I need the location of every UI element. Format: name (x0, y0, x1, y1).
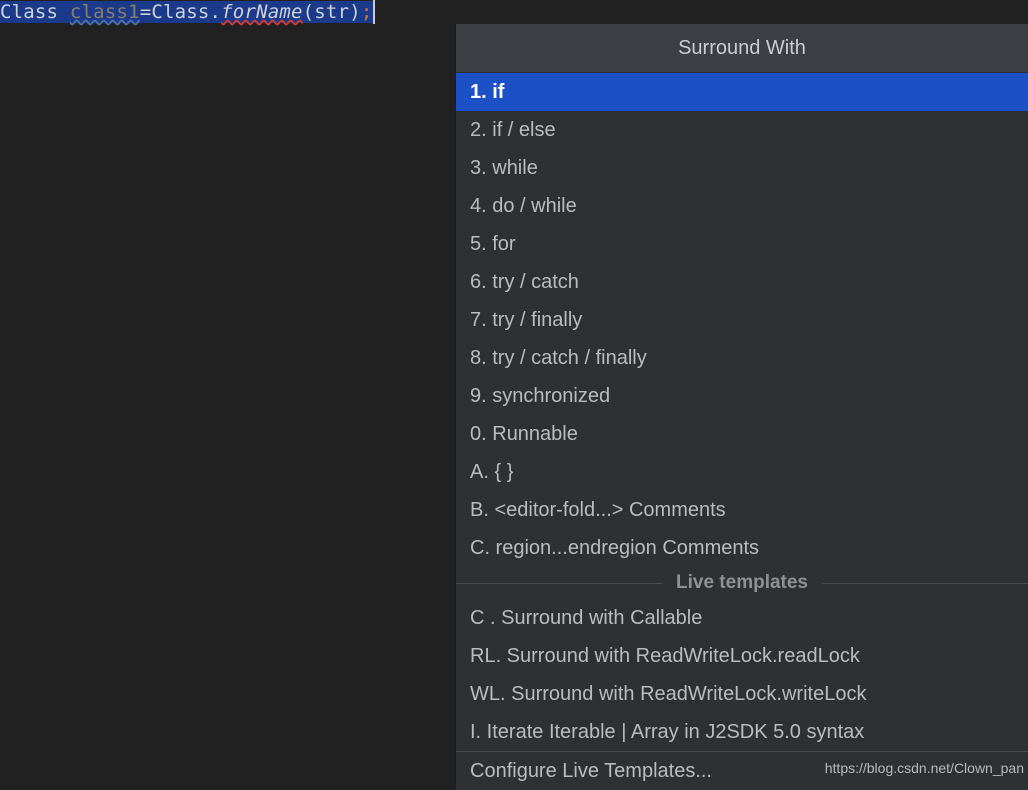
option-mnemonic: RL. (470, 645, 502, 667)
option-label: <editor-fold...> Comments (488, 499, 726, 521)
surround-option-row[interactable]: 4. do / while (456, 187, 1028, 225)
option-label: try / catch / finally (486, 347, 647, 369)
option-mnemonic: B. (470, 499, 489, 521)
option-mnemonic: WL. (470, 683, 506, 705)
surround-with-option-list[interactable]: 1. if 2. if / else 3. while 4. do / while 5.… (456, 73, 1028, 790)
surround-option-row[interactable]: 2. if / else (456, 111, 1028, 149)
option-mnemonic: 3. (470, 157, 487, 179)
option-mnemonic: 6. (470, 271, 487, 293)
surround-option-row[interactable]: C. region...endregion Comments (456, 529, 1028, 567)
surround-option-row[interactable]: 5. for (456, 225, 1028, 263)
option-label: Surround with Callable (495, 607, 703, 629)
code-token: ) (349, 1, 361, 23)
option-mnemonic: 1. (470, 81, 487, 103)
surround-option-row[interactable]: 1. if (456, 73, 1028, 111)
code-token: ( (302, 1, 315, 23)
option-label: { } (488, 461, 514, 483)
code-token-variable: class1 (69, 1, 140, 23)
text-caret (373, 0, 375, 24)
surround-option-row[interactable]: 0. Runnable (456, 415, 1028, 453)
option-label: Iterate Iterable | Array in J2SDK 5.0 sy… (481, 721, 865, 743)
option-mnemonic: 5. (470, 233, 487, 255)
option-mnemonic: 0. (470, 423, 487, 445)
surround-option-row[interactable]: B. <editor-fold...> Comments (456, 491, 1028, 529)
code-token: . (209, 1, 222, 23)
live-template-row[interactable]: WL. Surround with ReadWriteLock.writeLoc… (456, 675, 1028, 713)
option-mnemonic: 8. (470, 347, 487, 369)
option-label: region...endregion Comments (490, 537, 760, 559)
surround-option-row[interactable]: 7. try / finally (456, 301, 1028, 339)
option-label: if (486, 81, 505, 103)
option-mnemonic: I. (470, 721, 482, 743)
option-label: do / while (486, 195, 577, 217)
option-mnemonic: 7. (470, 309, 487, 331)
group-separator-caption: Live templates (676, 572, 808, 593)
live-template-row[interactable]: C . Surround with Callable (456, 599, 1028, 637)
surround-option-row[interactable]: A. { } (456, 453, 1028, 491)
surround-option-row[interactable]: 9. synchronized (456, 377, 1028, 415)
option-label: try / catch (486, 271, 579, 293)
code-token: Class (0, 1, 59, 23)
surround-option-row[interactable]: 3. while (456, 149, 1028, 187)
option-mnemonic: 9. (470, 385, 487, 407)
code-token: = (139, 1, 152, 23)
option-label: if / else (486, 119, 556, 141)
code-token-method: forName (221, 1, 303, 23)
option-mnemonic: 4. (470, 195, 487, 217)
code-token: Class (151, 1, 210, 23)
code-line[interactable]: Class class1=Class.forName(str); (0, 0, 373, 24)
option-label: Surround with ReadWriteLock.writeLock (505, 683, 867, 705)
option-label: Surround with ReadWriteLock.readLock (501, 645, 860, 667)
separator-line-left (456, 582, 662, 584)
configure-live-templates-action[interactable]: Configure Live Templates... (456, 752, 1028, 790)
popup-title-bar: Surround With (456, 24, 1028, 73)
surround-option-row[interactable]: 8. try / catch / finally (456, 339, 1028, 377)
option-mnemonic: A. (470, 461, 489, 483)
option-mnemonic: C . (470, 607, 496, 629)
live-template-row[interactable]: I. Iterate Iterable | Array in J2SDK 5.0… (456, 713, 1028, 751)
code-token-semicolon: ; (360, 1, 373, 23)
separator-line-right (822, 582, 1028, 584)
option-label: while (486, 157, 538, 179)
option-label: try / finally (486, 309, 583, 331)
code-selection: Class class1=Class.forName(str); (0, 1, 373, 23)
option-label: Runnable (486, 423, 578, 445)
option-label: synchronized (486, 385, 611, 407)
live-templates-group-separator: Live templates (456, 567, 1028, 599)
surround-with-popup: Surround With 1. if 2. if / else 3. while 4… (456, 24, 1028, 790)
popup-title: Surround With (678, 36, 806, 59)
code-token: str (314, 1, 350, 23)
option-mnemonic: C. (470, 537, 490, 559)
option-mnemonic: 2. (470, 119, 487, 141)
surround-option-row[interactable]: 6. try / catch (456, 263, 1028, 301)
option-label: for (486, 233, 516, 255)
live-template-row[interactable]: RL. Surround with ReadWriteLock.readLock (456, 637, 1028, 675)
